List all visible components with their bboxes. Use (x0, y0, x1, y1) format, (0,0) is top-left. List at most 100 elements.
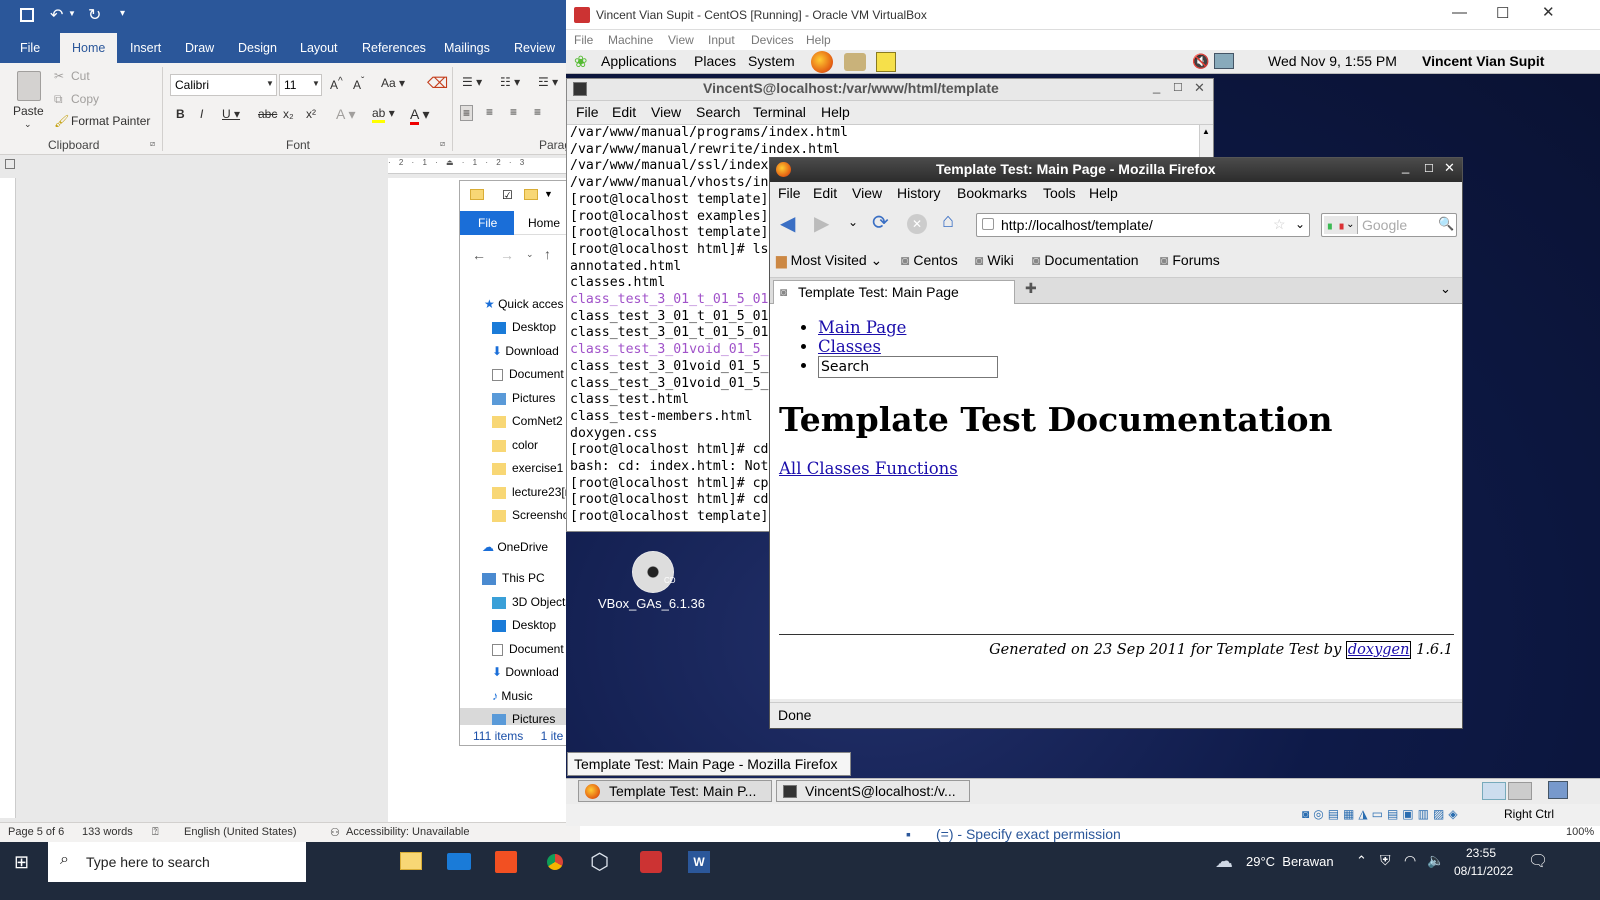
doxygen-link[interactable]: doxygen (1345, 641, 1412, 659)
highlight-icon[interactable]: ab ▾ (372, 106, 395, 123)
history-dropdown-icon[interactable]: ⌄ (848, 215, 858, 229)
network-wifi-icon[interactable]: ◠ (1404, 852, 1416, 869)
word-zoom-level[interactable]: 100% (1566, 826, 1594, 838)
word-tab-review[interactable]: Review (514, 33, 555, 63)
terminal-menu-file[interactable]: File (576, 104, 599, 120)
firefox-maximize-icon[interactable]: ☐ (1424, 162, 1434, 175)
taskbar-search[interactable]: ⌕ Type here to search (48, 842, 306, 882)
underline-icon[interactable]: U ▾ (222, 107, 240, 121)
notifications-icon[interactable]: 🗨 (1528, 851, 1548, 871)
word-tab-mailings[interactable]: Mailings (444, 33, 490, 63)
word-count[interactable]: 133 words (82, 826, 133, 838)
subscript-icon[interactable]: x₂ (283, 107, 294, 121)
menu-system[interactable]: System (748, 53, 795, 69)
virtualbox-taskbar-icon[interactable] (640, 851, 662, 873)
firefox-minimize-icon[interactable]: _ (1402, 159, 1409, 174)
nav-quick-access[interactable]: ★ Quick acces (484, 293, 568, 315)
word-tab-layout[interactable]: Layout (300, 33, 338, 63)
bookmark-forums[interactable]: ◙ Forums (1160, 252, 1220, 268)
vbox-menu-help[interactable]: Help (806, 33, 831, 47)
bookmark-centos[interactable]: ◙ Centos (901, 252, 958, 268)
vbox-menu-machine[interactable]: Machine (608, 33, 653, 47)
up-arrow-icon[interactable]: ↑ (544, 246, 551, 262)
tab-selector-icon[interactable] (5, 159, 15, 169)
shrink-font-icon[interactable]: Aˇ (353, 76, 364, 92)
user-menu[interactable]: Vincent Vian Supit (1422, 53, 1544, 69)
save-icon[interactable] (20, 8, 34, 22)
font-name-combo[interactable]: Calibri (170, 74, 277, 96)
undo-dropdown-icon[interactable]: ▼ (68, 9, 76, 18)
terminal-close-icon[interactable]: ✕ (1194, 80, 1205, 96)
copy-button[interactable]: Copy (71, 92, 99, 106)
language-status[interactable]: English (United States) (184, 826, 297, 838)
undo-icon[interactable]: ↶ (50, 5, 63, 25)
search-icon[interactable]: 🔍 (1438, 216, 1454, 232)
workspace-1[interactable] (1482, 782, 1506, 800)
paste-button[interactable]: Paste (13, 104, 44, 118)
text-effects-icon[interactable]: A ▾ (336, 106, 355, 123)
qat-dropdown-icon[interactable]: ▼ (544, 189, 553, 199)
nav-downloads-pc[interactable]: ⬇ Download (492, 661, 568, 683)
nav-desktop-pc[interactable]: Desktop (492, 614, 568, 636)
file-explorer-icon[interactable] (400, 852, 422, 870)
menu-applications[interactable]: Applications (601, 53, 677, 69)
tab-title[interactable]: Template Test: Main Page (798, 284, 959, 300)
show-hidden-icons[interactable]: ⌃ (1356, 853, 1367, 869)
vbox-menu-input[interactable]: Input (708, 33, 735, 47)
network-icon[interactable] (1214, 53, 1234, 69)
page-count[interactable]: Page 5 of 6 (8, 826, 64, 838)
new-tab-icon[interactable]: ✚ (1025, 280, 1037, 297)
clear-formatting-icon[interactable]: ⌫ (427, 74, 448, 92)
url-text[interactable]: http://localhost/template/ (1001, 217, 1153, 233)
grow-font-icon[interactable]: A^ (330, 76, 343, 92)
browser-tab[interactable]: ◙ Template Test: Main Page (773, 280, 1015, 304)
word-tab-draw[interactable]: Draw (185, 33, 214, 63)
taskbar-search-placeholder[interactable]: Type here to search (86, 854, 210, 870)
superscript-icon[interactable]: x² (306, 107, 316, 121)
italic-icon[interactable]: I (200, 107, 203, 121)
nav-desktop[interactable]: Desktop (492, 316, 568, 338)
stop-icon[interactable]: ✕ (907, 214, 927, 234)
strikethrough-icon[interactable]: abc (258, 107, 277, 121)
nav-folder-lecture23[interactable]: lecture23[r (492, 481, 568, 503)
nav-folder-color[interactable]: color (492, 434, 568, 456)
bookmark-most-visited[interactable]: ▆ Most Visited ⌄ (776, 252, 882, 269)
nav-folder-exercise1[interactable]: exercise1 (492, 457, 568, 479)
terminal-menu-search[interactable]: Search (696, 104, 740, 120)
terminal-minimize-icon[interactable]: _ (1153, 79, 1160, 94)
volume-icon[interactable]: 🔈 (1427, 852, 1444, 869)
desktop-icon-label[interactable]: VBox_GAs_6.1.36 (598, 596, 705, 611)
align-center-icon[interactable]: ≡ (486, 105, 493, 119)
vbox-menu-devices[interactable]: Devices (751, 33, 794, 47)
word-tab-references[interactable]: References (362, 33, 426, 63)
bold-icon[interactable]: B (176, 107, 185, 121)
align-right-icon[interactable]: ≡ (510, 105, 517, 119)
chrome-icon[interactable] (543, 850, 567, 874)
align-left-icon[interactable]: ≡ (460, 105, 474, 121)
numbering-icon[interactable]: ☷ ▾ (500, 75, 520, 89)
nav-this-pc[interactable]: This PC (482, 567, 568, 589)
page-search-input[interactable]: Search (818, 356, 998, 378)
taskbar-time[interactable]: 23:55 (1466, 846, 1496, 860)
explorer-tab-file[interactable]: File (460, 211, 514, 235)
properties-icon[interactable]: ☑ (502, 188, 513, 202)
nav-folder-screenshots[interactable]: Screenshot (492, 504, 568, 526)
bullets-icon[interactable]: ☰ ▾ (462, 75, 482, 89)
mail-launcher-icon[interactable] (844, 53, 866, 71)
accessibility-status[interactable]: Accessibility: Unavailable (346, 826, 470, 838)
redo-icon[interactable]: ↻ (88, 5, 101, 25)
menu-places[interactable]: Places (694, 53, 736, 69)
word-tab-insert[interactable]: Insert (130, 33, 161, 63)
justify-icon[interactable]: ≡ (534, 105, 541, 119)
notes-launcher-icon[interactable] (876, 52, 896, 72)
proofing-icon[interactable]: ⍰ (152, 826, 159, 839)
customize-toolbar-icon[interactable]: ▾ (120, 8, 125, 19)
change-case-icon[interactable]: Aa ▾ (381, 76, 405, 90)
close-icon[interactable]: ✕ (1542, 3, 1555, 21)
bookmark-wiki[interactable]: ◙ Wiki (975, 252, 1014, 268)
site-identity-icon[interactable] (982, 218, 994, 230)
url-bar[interactable]: http://localhost/template/ ☆ ⌄ (976, 213, 1310, 237)
ff-menu-bookmarks[interactable]: Bookmarks (957, 185, 1027, 201)
ff-menu-history[interactable]: History (897, 185, 941, 201)
nav-folder-comnet2[interactable]: ComNet2 (492, 410, 568, 432)
